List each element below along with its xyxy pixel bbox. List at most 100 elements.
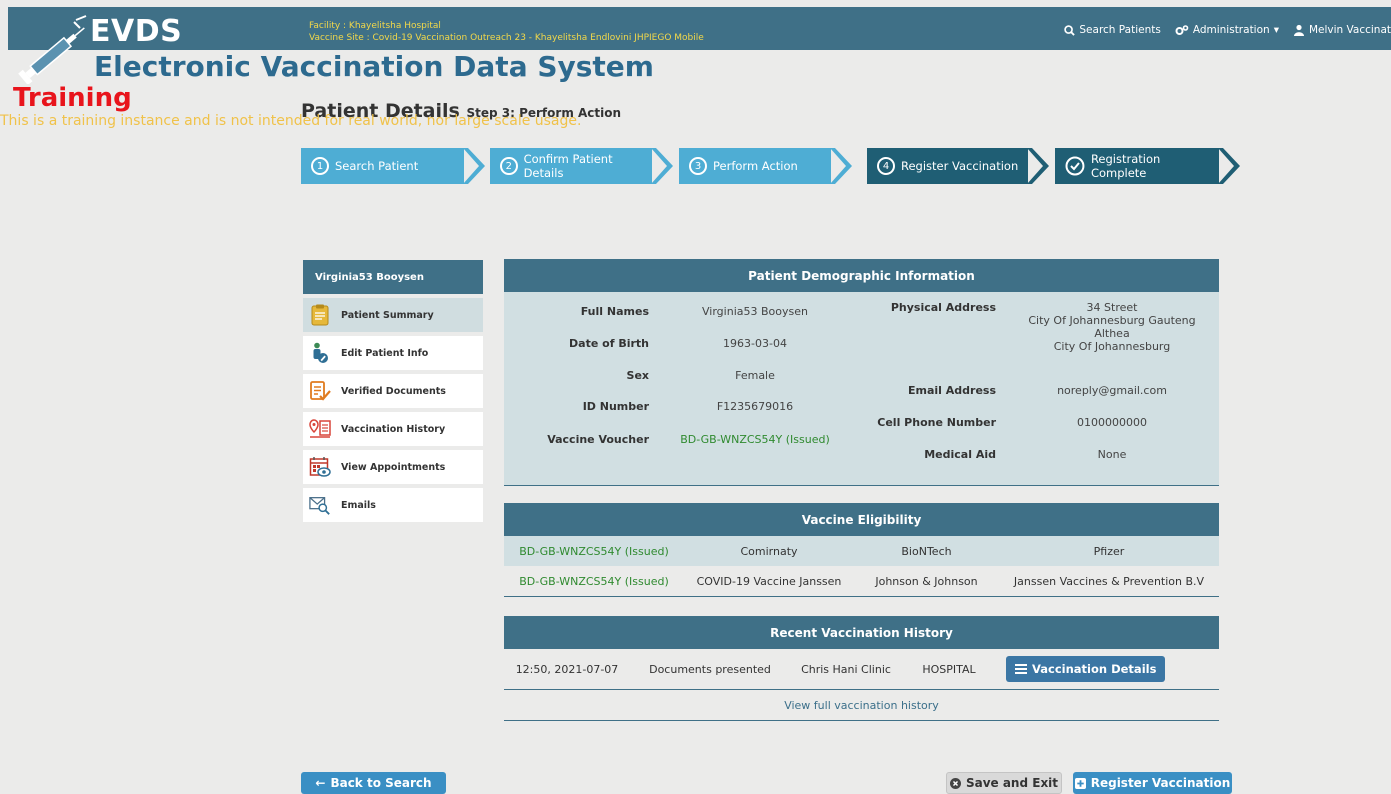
step-register-vaccination[interactable]: 4 Register Vaccination	[867, 148, 1049, 184]
document-check-icon	[309, 380, 331, 402]
training-label: Training	[13, 83, 132, 113]
user-menu[interactable]: Melvin Vaccinat	[1293, 24, 1391, 36]
clipboard-icon	[309, 304, 331, 326]
patient-sidebar: Virginia53 Booysen Patient Summary Edit …	[303, 260, 483, 522]
chevron-right-icon	[651, 148, 673, 184]
vaccine-voucher-label: Vaccine Voucher	[547, 433, 649, 446]
gears-icon	[1175, 24, 1189, 35]
sidebar-item-edit-patient-info[interactable]: Edit Patient Info	[303, 336, 483, 370]
sidebar-item-label: Patient Summary	[341, 309, 434, 321]
sidebar-item-label: View Appointments	[341, 461, 446, 473]
person-edit-icon	[309, 342, 331, 364]
demographics-title: Patient Demographic Information	[504, 259, 1219, 292]
step-perform-action[interactable]: 3 Perform Action	[679, 148, 852, 184]
sidebar-item-label: Edit Patient Info	[341, 347, 429, 359]
logo-full-name: Electronic Vaccination Data System	[94, 50, 654, 83]
address-line: 34 Street	[1086, 301, 1138, 314]
sidebar-item-emails[interactable]: Emails	[303, 488, 483, 522]
vaccine-site: Vaccine Site : Covid-19 Vaccination Outr…	[309, 33, 704, 43]
eligibility-row: BD-GB-WNZCS54Y (Issued) Comirnaty BioNTe…	[504, 536, 1219, 566]
sidebar-item-view-appointments[interactable]: View Appointments	[303, 450, 483, 484]
physical-address-label: Physical Address	[890, 301, 996, 314]
step-confirm-patient-details[interactable]: 2 Confirm Patient Details	[490, 148, 673, 184]
view-full-history-link[interactable]: View full vaccination history	[504, 690, 1219, 721]
chevron-right-icon	[830, 148, 852, 184]
sex-label: Sex	[626, 369, 649, 382]
eligibility-panel: Vaccine Eligibility BD-GB-WNZCS54Y (Issu…	[504, 503, 1219, 597]
eligibility-voucher: BD-GB-WNZCS54Y (Issued)	[519, 574, 669, 588]
demographics-body: Full Names Virginia53 Booysen Date of Bi…	[504, 292, 1219, 486]
back-to-search-button[interactable]: ← Back to Search	[301, 772, 446, 794]
envelope-search-icon	[309, 494, 331, 516]
full-names-value: Virginia53 Booysen	[702, 305, 808, 318]
chevron-right-icon	[1218, 148, 1240, 184]
address-line: City Of Johannesburg Gauteng	[1028, 314, 1196, 327]
eligibility-title: Vaccine Eligibility	[504, 503, 1219, 536]
sidebar-item-verified-documents[interactable]: Verified Documents	[303, 374, 483, 408]
sidebar-item-patient-summary[interactable]: Patient Summary	[303, 298, 483, 332]
wizard-steps: 1 Search Patient 2 Confirm Patient Detai…	[301, 148, 1241, 184]
eligibility-row: BD-GB-WNZCS54Y (Issued) COVID-19 Vaccine…	[504, 566, 1219, 597]
register-vaccination-label: Register Vaccination	[1090, 776, 1231, 790]
facility-name: Facility : Khayelitsha Hospital	[309, 21, 441, 31]
eligibility-brand: Johnson & Johnson	[875, 574, 978, 588]
history-panel: Recent Vaccination History 12:50, 2021-0…	[504, 616, 1219, 721]
search-patients-label: Search Patients	[1079, 24, 1161, 36]
calendar-eye-icon	[309, 456, 331, 478]
list-icon	[1015, 664, 1027, 674]
map-list-icon	[309, 418, 331, 440]
sidebar-item-label: Vaccination History	[341, 423, 446, 435]
step-label: Register Vaccination	[901, 159, 1019, 173]
eligibility-brand: BioNTech	[901, 544, 952, 558]
user-icon	[1293, 24, 1304, 36]
history-documents: Documents presented	[649, 662, 771, 676]
sidebar-item-vaccination-history[interactable]: Vaccination History	[303, 412, 483, 446]
save-and-exit-button[interactable]: Save and Exit	[946, 772, 1062, 794]
step-registration-complete[interactable]: Registration Complete	[1055, 148, 1240, 184]
syringe-logo-icon	[14, 14, 94, 87]
demographics-panel: Patient Demographic Information Full Nam…	[504, 259, 1219, 486]
eligibility-manufacturer: Janssen Vaccines & Prevention B.V	[1013, 574, 1205, 588]
caret-down-icon: ▾	[1273, 24, 1279, 36]
cell-phone-value: 0100000000	[1077, 416, 1147, 429]
check-circle-icon	[1065, 156, 1085, 176]
vaccine-voucher-value: BD-GB-WNZCS54Y (Issued)	[680, 433, 830, 446]
sex-value: Female	[735, 369, 775, 382]
history-type: HOSPITAL	[922, 662, 976, 676]
history-row: 12:50, 2021-07-07 Documents presented Ch…	[504, 649, 1219, 690]
step-number: 4	[877, 157, 895, 175]
dob-value: 1963-03-04	[723, 337, 787, 350]
email-address-value: noreply@gmail.com	[1057, 384, 1167, 397]
sidebar-item-label: Emails	[341, 499, 376, 511]
facility-info: Facility : Khayelitsha Hospital Vaccine …	[309, 20, 704, 44]
sidebar-item-label: Verified Documents	[341, 385, 446, 397]
step-number: 3	[689, 157, 707, 175]
administration-menu[interactable]: Administration ▾	[1175, 24, 1279, 36]
history-title: Recent Vaccination History	[504, 616, 1219, 649]
eligibility-manufacturer: Pfizer	[1093, 544, 1125, 558]
address-line: City Of Johannesburg	[1053, 340, 1171, 353]
administration-label: Administration	[1192, 24, 1270, 36]
eligibility-voucher: BD-GB-WNZCS54Y (Issued)	[519, 544, 669, 558]
history-site: Chris Hani Clinic	[801, 662, 891, 676]
logo-short: EVDS	[90, 14, 183, 49]
eligibility-vaccine: COVID-19 Vaccine Janssen	[696, 574, 842, 588]
full-names-label: Full Names	[580, 305, 649, 318]
vaccination-details-button[interactable]: Vaccination Details	[1006, 656, 1166, 682]
dob-label: Date of Birth	[569, 337, 649, 350]
back-to-search-label: Back to Search	[330, 776, 432, 790]
step-label: Perform Action	[713, 159, 798, 173]
top-nav: Search Patients Administration ▾ Melvin …	[1064, 24, 1391, 36]
address-line: Althea	[1094, 327, 1130, 340]
save-and-exit-label: Save and Exit	[965, 776, 1059, 790]
step-label: Search Patient	[335, 159, 419, 173]
search-patients-link[interactable]: Search Patients	[1064, 24, 1161, 36]
search-icon	[1064, 24, 1076, 36]
register-vaccination-button[interactable]: Register Vaccination	[1073, 772, 1232, 794]
step-label: Confirm Patient Details	[523, 152, 613, 180]
vaccination-details-label: Vaccination Details	[1032, 662, 1157, 676]
step-number: 1	[311, 157, 329, 175]
sidebar-patient-name: Virginia53 Booysen	[303, 260, 483, 294]
step-search-patient[interactable]: 1 Search Patient	[301, 148, 485, 184]
chevron-right-icon	[1027, 148, 1049, 184]
